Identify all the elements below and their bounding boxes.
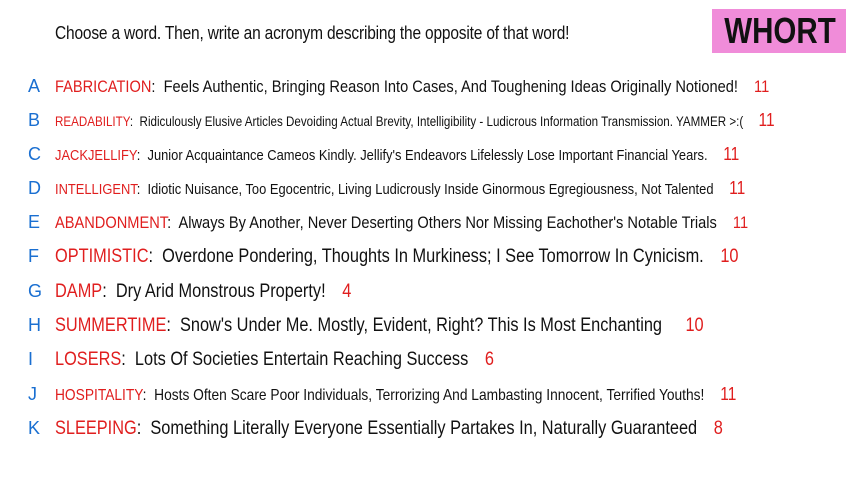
item-letter: I — [28, 349, 34, 369]
item-word: DAMP — [55, 281, 103, 302]
item-letter: E — [28, 212, 41, 232]
item-acronym: Ridiculously Elusive Articles Devoiding … — [139, 114, 744, 129]
item-word: FABRICATION — [55, 77, 152, 96]
item-acronym: Dry Arid Monstrous Property! — [115, 281, 326, 302]
list-item: J HOSPITALITY: Hosts Often Scare Poor In… — [28, 384, 847, 408]
item-word: HOSPITALITY — [55, 387, 143, 404]
item-word: OPTIMISTIC — [55, 246, 149, 267]
item-letter: K — [28, 418, 41, 438]
item-letter: A — [28, 76, 41, 96]
item-line: READABILITY: Ridiculously Elusive Articl… — [55, 110, 775, 130]
item-line: INTELLIGENT: Idiotic Nuisance, Too Egoce… — [55, 178, 746, 198]
item-count: 10 — [720, 246, 739, 267]
item-acronym: Hosts Often Scare Poor Individuals, Terr… — [154, 387, 705, 404]
item-acronym: Feels Authentic, Bringing Reason Into Ca… — [163, 77, 738, 96]
item-letter: J — [28, 384, 37, 404]
item-acronym: Snow's Under Me. Mostly, Evident, Right?… — [179, 315, 663, 336]
item-word: SLEEPING — [55, 418, 137, 439]
item-word: JACKJELLIFY — [55, 147, 137, 164]
whort-badge: WHORT — [712, 9, 846, 53]
item-line: SUMMERTIME: Snow's Under Me. Mostly, Evi… — [55, 315, 704, 336]
item-count: 11 — [732, 213, 749, 232]
list-item: K SLEEPING: Something Literally Everyone… — [28, 418, 832, 442]
instruction-text: Choose a word. Then, write an acronym de… — [55, 23, 570, 43]
item-count: 8 — [713, 418, 723, 439]
item-letter: F — [28, 246, 39, 266]
item-word: INTELLIGENT — [55, 181, 137, 198]
list-item: E ABANDONMENT: Always By Another, Never … — [28, 212, 853, 236]
item-word: LOSERS — [55, 349, 122, 370]
item-letter: B — [28, 110, 41, 130]
item-word: SUMMERTIME — [55, 315, 167, 336]
list-item: H SUMMERTIME: Snow's Under Me. Mostly, E… — [28, 315, 809, 339]
item-word: READABILITY — [55, 114, 130, 129]
item-letter: G — [28, 281, 43, 301]
item-count: 11 — [729, 178, 746, 198]
item-letter: H — [28, 315, 41, 335]
list-item: I LOSERS: Lots Of Societies Entertain Re… — [28, 349, 565, 373]
item-line: FABRICATION: Feels Authentic, Bringing R… — [55, 77, 770, 96]
item-acronym: Always By Another, Never Deserting Other… — [178, 213, 717, 232]
item-count: 4 — [342, 281, 352, 302]
item-count: 11 — [720, 384, 737, 404]
item-acronym: Idiotic Nuisance, Too Egocentric, Living… — [147, 181, 714, 198]
item-line: OPTIMISTIC: Overdone Pondering, Thoughts… — [55, 246, 739, 267]
item-letter: C — [28, 144, 41, 164]
list-item: G DAMP: Dry Arid Monstrous Property! 4 — [28, 281, 400, 305]
badge-label: WHORT — [724, 10, 836, 51]
list-item: A FABRICATION: Feels Authentic, Bringing… — [28, 76, 853, 100]
item-word: ABANDONMENT — [55, 213, 168, 232]
item-letter: D — [28, 178, 41, 198]
list-item: B READABILITY: Ridiculously Elusive Arti… — [28, 110, 853, 134]
item-acronym: Overdone Pondering, Thoughts In Murkines… — [162, 246, 704, 267]
item-line: SLEEPING: Something Literally Everyone E… — [55, 418, 723, 439]
item-line: HOSPITALITY: Hosts Often Scare Poor Indi… — [55, 384, 737, 404]
item-acronym: Junior Acquaintance Cameos Kindly. Jelli… — [147, 147, 708, 164]
item-acronym: Lots Of Societies Entertain Reaching Suc… — [134, 349, 469, 370]
item-count: 11 — [754, 77, 770, 96]
item-acronym: Something Literally Everyone Essentially… — [150, 418, 698, 439]
list-item: C JACKJELLIFY: Junior Acquaintance Cameo… — [28, 144, 851, 168]
item-line: JACKJELLIFY: Junior Acquaintance Cameos … — [55, 144, 740, 164]
item-line: ABANDONMENT: Always By Another, Never De… — [55, 213, 749, 232]
item-line: LOSERS: Lots Of Societies Entertain Reac… — [55, 349, 494, 370]
list-item: F OPTIMISTIC: Overdone Pondering, Though… — [28, 246, 850, 270]
item-line: DAMP: Dry Arid Monstrous Property! 4 — [55, 281, 352, 302]
list-item: D INTELLIGENT: Idiotic Nuisance, Too Ego… — [28, 178, 853, 202]
item-count: 11 — [723, 144, 740, 164]
item-count: 11 — [758, 110, 775, 130]
item-count: 10 — [685, 315, 704, 336]
item-count: 6 — [484, 349, 494, 370]
